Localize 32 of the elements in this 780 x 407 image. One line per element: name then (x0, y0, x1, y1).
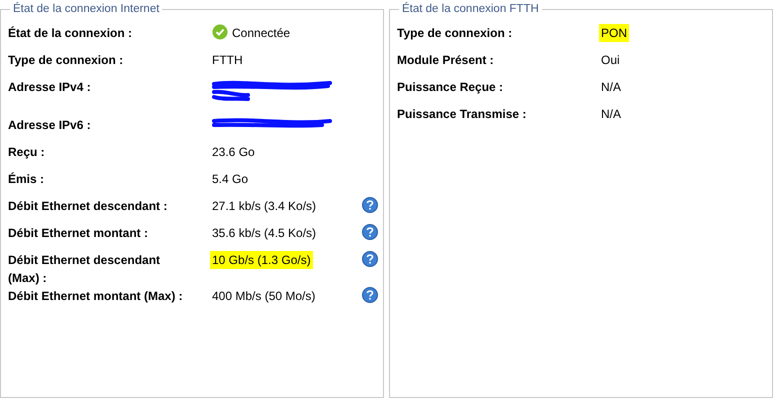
field-value: Connectée (232, 25, 290, 42)
field-label: Puissance Transmise : (397, 106, 528, 124)
help-icon[interactable] (362, 287, 378, 304)
help-icon[interactable] (362, 224, 378, 240)
field-label: État de la connexion : (8, 25, 134, 42)
field-label: Type de connexion : (8, 52, 124, 70)
field-value: Oui (601, 52, 620, 70)
field-value: N/A (601, 106, 622, 124)
field-value: 10 Gb/s (1.3 Go/s) (210, 251, 313, 270)
field-label: Adresse IPv6 : (8, 117, 92, 134)
field-label: Débit Ethernet descendant : (8, 198, 168, 216)
help-icon[interactable] (362, 251, 378, 268)
field-label: Module Présent : (397, 52, 495, 70)
field-value: 27.1 kb/s (3.4 Ko/s) (212, 198, 316, 216)
field-label: Émis : (8, 171, 46, 188)
field-label: Adresse IPv4 : (8, 79, 92, 96)
field-label: Débit Ethernet descendant (Max) : (8, 252, 162, 288)
field-value: 35.6 kb/s (4.5 Ko/s) (212, 225, 316, 242)
field-value: FTTH (212, 52, 243, 70)
field-value: N/A (601, 79, 622, 96)
field-label: Puissance Reçue : (397, 79, 504, 96)
field-label: Débit Ethernet montant : (8, 225, 149, 242)
field-value: PON (599, 24, 630, 42)
field-value: 23.6 Go (212, 144, 255, 162)
field-label: Débit Ethernet montant (Max) : (8, 288, 184, 306)
field-label: Type de connexion : (397, 25, 514, 42)
field-value: 5.4 Go (212, 171, 248, 188)
field-label: Reçu : (8, 144, 46, 162)
field-value: 400 Mb/s (50 Mo/s) (212, 288, 316, 306)
group-legend: État de la connexion FTTH (399, 1, 542, 18)
group-legend: État de la connexion Internet (10, 1, 162, 18)
help-icon[interactable] (362, 197, 378, 214)
